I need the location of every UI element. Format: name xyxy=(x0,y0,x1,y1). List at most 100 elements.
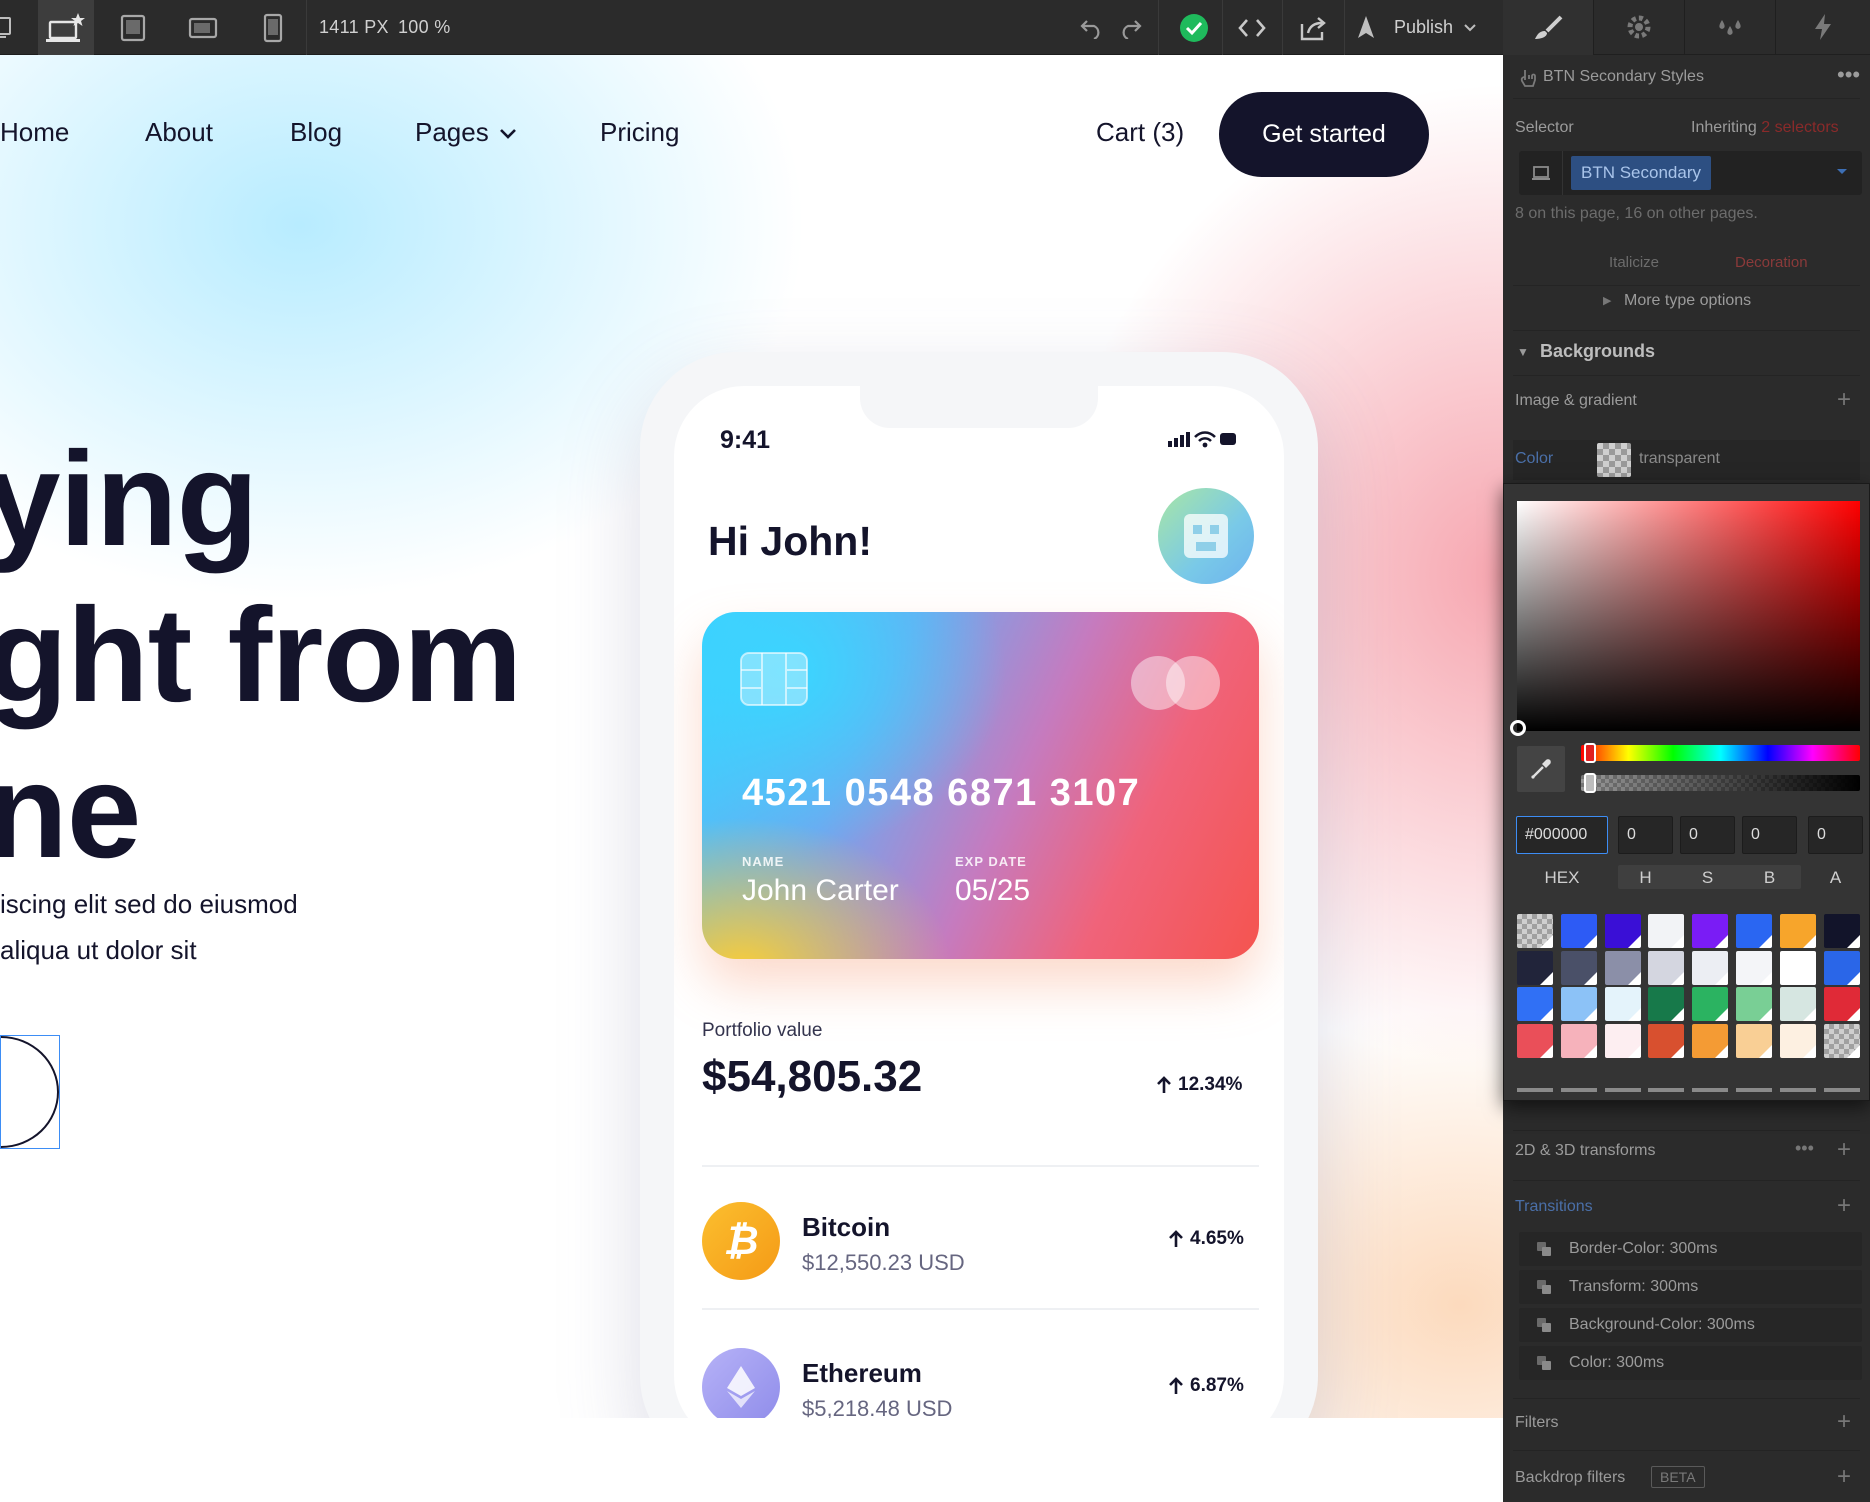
alpha-slider-handle[interactable] xyxy=(1584,773,1596,793)
hex-input[interactable] xyxy=(1516,816,1608,854)
tab-interactions-drops[interactable] xyxy=(1685,0,1776,55)
color-swatch-31[interactable] xyxy=(1779,1023,1816,1058)
color-swatch-6[interactable] xyxy=(1736,914,1772,948)
backdrop-filters-label[interactable]: Backdrop filters xyxy=(1515,1469,1625,1487)
tab-interactions[interactable] xyxy=(1776,0,1870,55)
saturation-brightness-area[interactable] xyxy=(1517,501,1860,731)
nav-link-pricing[interactable]: Pricing xyxy=(600,117,679,148)
color-swatch-9[interactable] xyxy=(1517,950,1553,985)
color-swatch-32[interactable] xyxy=(1823,1023,1860,1058)
zoom-level[interactable]: 100 % xyxy=(398,17,451,38)
transition-item[interactable]: Background-Color: 300ms xyxy=(1519,1308,1862,1342)
device-mobile-portrait-button[interactable] xyxy=(248,0,298,55)
color-swatch-22[interactable] xyxy=(1736,987,1772,1021)
tab-settings[interactable] xyxy=(1594,0,1685,55)
publish-button[interactable]: Publish xyxy=(1352,0,1498,55)
viewport-width[interactable]: 1411 PX xyxy=(319,17,389,38)
design-canvas[interactable]: Home About Blog Pages Pricing Cart (3) G… xyxy=(0,55,1503,1502)
nav-link-pages[interactable]: Pages xyxy=(415,117,517,148)
color-swatch-14[interactable] xyxy=(1736,950,1772,985)
undo-button[interactable] xyxy=(1074,0,1110,55)
backgrounds-section-header[interactable]: Backgrounds xyxy=(1540,341,1655,362)
inheriting-label[interactable]: Inheriting 2 selectors xyxy=(1691,119,1839,137)
transforms-more-icon[interactable]: ••• xyxy=(1795,1138,1814,1159)
site-status-button[interactable] xyxy=(1166,0,1222,55)
hue-slider[interactable] xyxy=(1581,745,1860,761)
selected-element-outline[interactable] xyxy=(0,1035,60,1149)
tab-style[interactable] xyxy=(1503,0,1594,55)
device-desktop-button[interactable] xyxy=(38,0,94,55)
transition-item[interactable]: Color: 300ms xyxy=(1519,1346,1862,1380)
color-swatch-23[interactable] xyxy=(1779,987,1816,1021)
color-swatch-26[interactable] xyxy=(1560,1023,1597,1058)
transition-item[interactable]: Border-Color: 300ms xyxy=(1519,1232,1862,1266)
saturation-brightness-handle[interactable] xyxy=(1510,720,1526,736)
color-swatch-3[interactable] xyxy=(1604,914,1641,948)
color-swatch-21[interactable] xyxy=(1692,987,1729,1021)
credit-card[interactable]: 4521 0548 6871 3107 NAME John Carter EXP… xyxy=(702,612,1259,959)
color-swatch-20[interactable] xyxy=(1648,987,1685,1021)
alpha-input[interactable] xyxy=(1808,816,1863,854)
decoration-label: Decoration xyxy=(1735,254,1808,271)
add-transform-icon[interactable]: + xyxy=(1837,1138,1851,1162)
transforms-label[interactable]: 2D & 3D transforms xyxy=(1515,1142,1655,1160)
color-swatch-30[interactable] xyxy=(1736,1023,1772,1058)
color-swatch-29[interactable] xyxy=(1692,1023,1729,1058)
code-export-button[interactable] xyxy=(1222,0,1282,55)
add-filter-icon[interactable]: + xyxy=(1837,1410,1851,1434)
avatar[interactable] xyxy=(1158,488,1254,584)
filters-label[interactable]: Filters xyxy=(1515,1414,1559,1432)
color-swatch-13[interactable] xyxy=(1692,950,1729,985)
device-tablet-button[interactable] xyxy=(108,0,158,55)
color-swatch-5[interactable] xyxy=(1692,914,1729,948)
color-swatch-18[interactable] xyxy=(1560,987,1597,1021)
color-swatch-1[interactable] xyxy=(1517,914,1553,948)
color-swatch-28[interactable] xyxy=(1648,1023,1685,1058)
color-swatch-12[interactable] xyxy=(1648,950,1685,985)
more-type-options-toggle[interactable]: More type options xyxy=(1624,292,1751,310)
color-swatch-8[interactable] xyxy=(1823,914,1860,948)
color-swatch-15[interactable] xyxy=(1779,950,1816,985)
color-swatch-16[interactable] xyxy=(1823,950,1860,985)
selector-field[interactable]: BTN Secondary xyxy=(1519,151,1862,195)
add-transition-icon[interactable]: + xyxy=(1837,1194,1851,1218)
color-swatch-4[interactable] xyxy=(1648,914,1685,948)
device-desktop-large-button[interactable] xyxy=(0,0,14,55)
color-swatch-11[interactable] xyxy=(1604,950,1641,985)
redo-button[interactable] xyxy=(1112,0,1148,55)
eyedropper-button[interactable] xyxy=(1517,746,1565,792)
device-mobile-landscape-button[interactable] xyxy=(178,0,228,55)
alpha-slider[interactable] xyxy=(1581,775,1860,791)
selector-state-button[interactable] xyxy=(1519,151,1563,195)
color-swatch-25[interactable] xyxy=(1517,1023,1553,1058)
color-swatch[interactable] xyxy=(1597,443,1631,477)
arrow-up-icon xyxy=(1157,1076,1171,1093)
more-options-icon[interactable]: ••• xyxy=(1837,62,1860,88)
selector-pill[interactable]: BTN Secondary xyxy=(1571,156,1711,190)
color-swatch-27[interactable] xyxy=(1604,1023,1641,1058)
brush-icon xyxy=(1535,15,1563,39)
color-swatch-2[interactable] xyxy=(1560,914,1597,948)
nav-link-about[interactable]: About xyxy=(145,117,213,148)
share-button[interactable] xyxy=(1282,0,1344,55)
color-swatch-10[interactable] xyxy=(1560,950,1597,985)
transition-item[interactable]: Transform: 300ms xyxy=(1519,1270,1862,1304)
color-swatch-24[interactable] xyxy=(1823,987,1860,1021)
nav-link-home[interactable]: Home xyxy=(0,117,69,148)
cart-link[interactable]: Cart (3) xyxy=(1096,117,1184,148)
coin-change-value: 4.65% xyxy=(1190,1228,1244,1249)
hue-input[interactable] xyxy=(1618,816,1673,854)
get-started-button[interactable]: Get started xyxy=(1219,92,1429,177)
secondary-button-circle[interactable] xyxy=(1,1036,59,1148)
add-backdrop-filter-icon[interactable]: + xyxy=(1837,1465,1851,1489)
chevron-down-icon[interactable] xyxy=(1836,168,1848,176)
color-swatch-7[interactable] xyxy=(1779,914,1816,948)
nav-link-blog[interactable]: Blog xyxy=(290,117,342,148)
hue-slider-handle[interactable] xyxy=(1584,743,1596,763)
brightness-input[interactable] xyxy=(1742,816,1797,854)
color-swatch-17[interactable] xyxy=(1517,987,1553,1021)
saturation-input[interactable] xyxy=(1680,816,1735,854)
color-swatch-19[interactable] xyxy=(1604,987,1641,1021)
transitions-label[interactable]: Transitions xyxy=(1515,1198,1593,1216)
add-image-gradient-icon[interactable]: + xyxy=(1837,388,1851,412)
